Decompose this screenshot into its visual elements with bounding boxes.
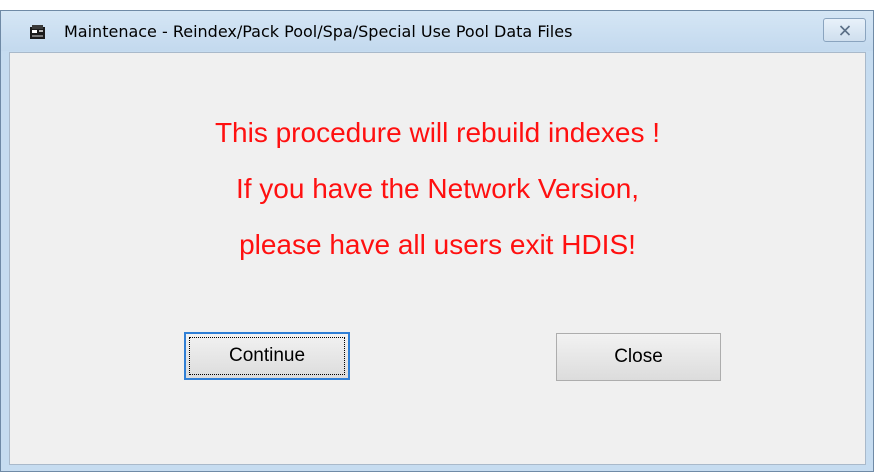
warning-message-line-2: If you have the Network Version, bbox=[235, 173, 640, 204]
warning-message-line-1: This procedure will rebuild indexes ! bbox=[214, 117, 661, 148]
continue-button[interactable]: Continue bbox=[184, 332, 350, 380]
warning-message-line-3: please have all users exit HDIS! bbox=[239, 229, 636, 260]
close-button-label: Close bbox=[614, 346, 663, 367]
dialog-window: Maintenace - Reindex/Pack Pool/Spa/Speci… bbox=[0, 10, 874, 472]
close-x-icon bbox=[839, 25, 851, 36]
dialog-body: This procedure will rebuild indexes ! If… bbox=[9, 52, 866, 465]
continue-button-label: Continue bbox=[228, 345, 306, 366]
window-close-button[interactable] bbox=[823, 18, 866, 42]
title-bar[interactable]: Maintenace - Reindex/Pack Pool/Spa/Speci… bbox=[1, 11, 873, 51]
window-title: Maintenace - Reindex/Pack Pool/Spa/Speci… bbox=[64, 22, 573, 41]
application-icon[interactable] bbox=[29, 24, 46, 40]
close-button[interactable]: Close bbox=[556, 333, 721, 381]
